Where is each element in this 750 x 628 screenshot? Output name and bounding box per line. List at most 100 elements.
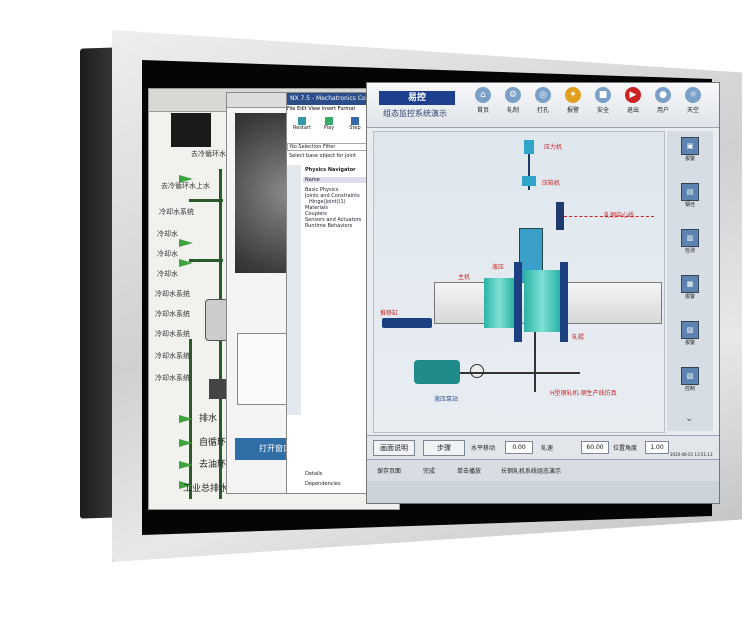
push-cylinder: [382, 318, 432, 328]
brand-logo: 易控: [379, 91, 455, 105]
toolbar-sky[interactable]: ☼ 天空: [681, 87, 705, 114]
label-pump: 液压泵站: [434, 396, 459, 403]
exit-icon: ▶: [625, 87, 641, 103]
rail-button[interactable]: ▦ 报警: [675, 275, 705, 300]
label-mid: 压陷机: [542, 180, 561, 187]
angle-label: 位置角度: [613, 445, 638, 452]
schematic-tag: 冷却水系统: [155, 352, 190, 360]
roll-stand-right: [560, 262, 568, 342]
step-button[interactable]: Step: [343, 117, 367, 131]
nx-menubar: File Edit View Insert Format: [287, 106, 373, 114]
dependencies-section[interactable]: Dependencies: [303, 481, 341, 487]
selection-filter[interactable]: No Selection Filter: [287, 143, 375, 151]
billet-icon: ▤: [681, 183, 699, 201]
rail-button[interactable]: ▨ 控制: [675, 367, 705, 392]
side-cylinder: [556, 202, 564, 230]
press-cylinder-2: [522, 176, 536, 186]
status-bar: 保存页面 完成 单击播放 长钢轧机系统组态演示: [367, 459, 719, 482]
bell-icon: ✦: [565, 87, 581, 103]
nav-icon-strip: [287, 165, 301, 415]
play-label: Play: [323, 125, 335, 131]
roll-left: [484, 278, 514, 328]
control-icon: ▨: [681, 367, 699, 385]
hmi-header: 易控 组态监控系统演示 ⌂ 首页 ⚙ 轧制 ◎ 打孔 ✦ 报警 ■ 安全 ▶ 退出 ● 用户 …: [367, 83, 719, 128]
label-note: H型钢轧机-钢生产线仿真: [550, 390, 617, 397]
status-display: [171, 113, 211, 147]
nx-window: NX 7.5 - Mechatronics Concept File Edit …: [286, 92, 375, 494]
tree-item[interactable]: Runtime Behaviors: [305, 223, 361, 229]
physics-tree: Basic Physics Joints and Constraints Hin…: [305, 187, 361, 229]
toolbar-alarm[interactable]: ✦ 报警: [561, 87, 585, 114]
rail-button[interactable]: ▥ 检测: [675, 229, 705, 254]
mode-button[interactable]: 画面说明: [373, 440, 415, 456]
rail-button[interactable]: ▣ 报警: [675, 137, 705, 162]
label-left2: 推移缸: [380, 310, 399, 317]
rail-button[interactable]: ▧ 报警: [675, 321, 705, 346]
rolling-mill-diagram: 压力机 压陷机 轧钢中心线 主机 液压 轧辊 推移缸 液压泵站 H型钢轧机-钢生…: [373, 131, 665, 433]
nx-toolbar: Restart Play Step: [287, 117, 373, 139]
alarm-icon: ▧: [681, 321, 699, 339]
menu-file[interactable]: File: [287, 106, 295, 112]
horiz-value[interactable]: 0.00: [505, 441, 533, 454]
bottom-strip: [367, 481, 719, 503]
schematic-tag: 冷却水系统: [155, 374, 190, 382]
rail-button[interactable]: ▤ 钢坯: [675, 183, 705, 208]
pipe-h1: [189, 199, 223, 202]
user-icon: ●: [655, 87, 671, 103]
step-icon: [351, 117, 359, 125]
restart-button[interactable]: Restart: [289, 117, 315, 131]
step-label: Step: [349, 125, 361, 131]
angle-value[interactable]: 1.00: [645, 441, 669, 454]
timestamp: 2020-08-01 13:51:13: [670, 452, 713, 457]
navigator-title: Physics Navigator: [305, 167, 356, 173]
menu-insert[interactable]: Insert: [322, 106, 336, 112]
prompt-text: Select base object for joint: [289, 153, 356, 159]
toolbar-user[interactable]: ● 用户: [651, 87, 675, 114]
navigator-column: Name: [303, 177, 371, 183]
toolbar-exit[interactable]: ▶ 退出: [621, 87, 645, 114]
toolbar-security[interactable]: ■ 安全: [591, 87, 615, 114]
bottom-label: 工业总排水: [183, 484, 229, 494]
details-section[interactable]: Details: [303, 471, 322, 477]
bottom-label: 排水: [199, 414, 218, 424]
speed-value[interactable]: 60.00: [581, 441, 609, 454]
pump-valve-icon[interactable]: [470, 364, 484, 378]
label-right: 轧钢中心线: [604, 212, 635, 219]
horiz-label: 水平移动: [471, 445, 496, 452]
hmi-window: 易控 组态监控系统演示 ⌂ 首页 ⚙ 轧制 ◎ 打孔 ✦ 报警 ■ 安全 ▶ 退出 ● 用户 …: [366, 82, 720, 504]
speed-label: 轧速: [541, 445, 554, 452]
monitor-icon: ▣: [681, 137, 699, 155]
menu-edit[interactable]: Edit: [297, 106, 307, 112]
nx-title: NX 7.5 - Mechatronics Concept: [287, 93, 373, 105]
play-button[interactable]: 单击播放: [457, 466, 481, 475]
schematic-tag: 冷却水系统: [155, 290, 190, 298]
drive-shaft: [534, 332, 536, 392]
toolbar-home[interactable]: ⌂ 首页: [471, 87, 495, 114]
schematic-tag: 去冷循环水上水: [161, 182, 210, 190]
drill-icon: ◎: [535, 87, 551, 103]
schematic-tag: 冷却水: [157, 230, 178, 238]
schematic-tag: 冷却水: [157, 270, 178, 278]
gear-icon: ⚙: [505, 87, 521, 103]
hmi-subtitle: 组态监控系统演示: [383, 109, 447, 118]
save-page-button[interactable]: 保存页面: [377, 466, 401, 475]
toolbar-drill[interactable]: ◎ 打孔: [531, 87, 555, 114]
chevron-down-icon[interactable]: ⌄: [685, 413, 693, 424]
lock-icon: ■: [595, 87, 611, 103]
sky-icon: ☼: [685, 87, 701, 103]
home-icon: ⌂: [475, 87, 491, 103]
done-button[interactable]: 完成: [423, 466, 435, 475]
toolbar-roll[interactable]: ⚙ 轧制: [501, 87, 525, 114]
alarm-icon: ▦: [681, 275, 699, 293]
menu-format[interactable]: Format: [338, 106, 356, 112]
right-rail: ▣ 报警 ▤ 钢坯 ▥ 检测 ▦ 报警 ▧ 报警 ▨ 控制 ⌄: [667, 131, 713, 431]
roll-center: [524, 270, 560, 332]
schematic-tag: 冷却水系统: [159, 208, 194, 216]
menu-view[interactable]: View: [308, 106, 320, 112]
valve-icon[interactable]: [179, 239, 193, 247]
inspect-icon: ▥: [681, 229, 699, 247]
press-cylinder: [524, 140, 534, 154]
play-button[interactable]: Play: [317, 117, 341, 131]
step-button[interactable]: 步骤: [423, 440, 465, 456]
roll-stand-left: [514, 262, 522, 342]
